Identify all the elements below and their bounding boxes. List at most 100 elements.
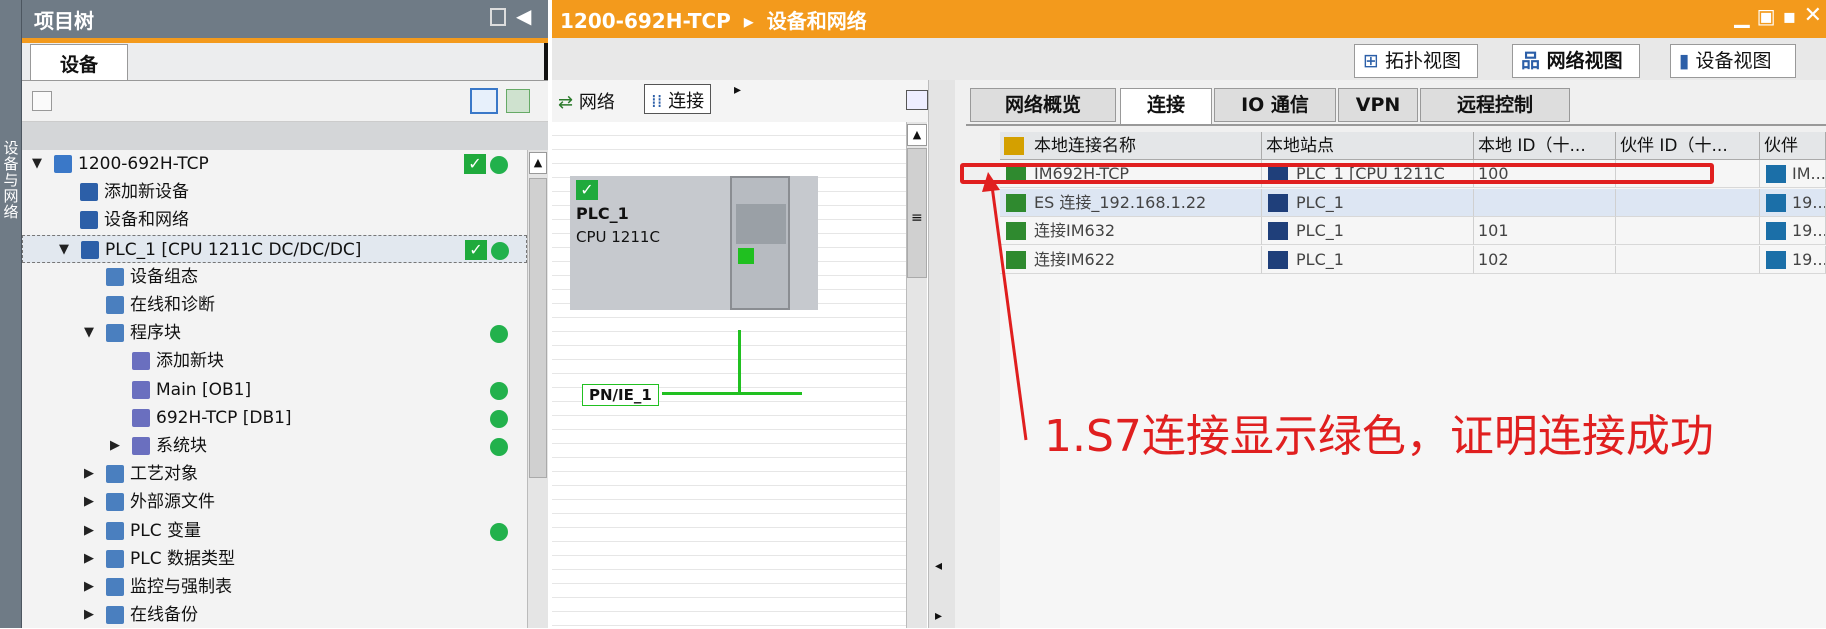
network-label[interactable]: PN/IE_1 — [582, 384, 659, 406]
collapse-arrow-icon[interactable]: ▶ — [84, 488, 94, 516]
tree-item-label: 设备和网络 — [104, 210, 189, 231]
canvas-scrollbar[interactable]: ▲ ≡ — [906, 122, 927, 628]
tab-remote-control[interactable]: 远程控制 — [1420, 88, 1570, 122]
col-local-station[interactable]: 本地站点 — [1262, 132, 1474, 160]
topology-view-label: 拓扑视图 — [1384, 50, 1461, 72]
tree-item[interactable]: ▶ 监控与强制表 — [22, 573, 527, 601]
tree-item-icon — [106, 549, 124, 568]
tree-item[interactable]: ▶ 外部源文件 — [22, 488, 527, 516]
device-view-button[interactable]: ▮ 设备视图 — [1670, 44, 1796, 78]
collapse-arrow-icon[interactable]: ▶ — [84, 517, 94, 545]
tree-item-label: 监控与强制表 — [130, 577, 232, 597]
annotation-text: 1.S7连接显示绿色，证明连接成功 — [1044, 411, 1714, 462]
canvas-scroll-up-icon[interactable]: ▲ — [907, 124, 927, 146]
tree-item[interactable]: ▼ PLC_1 [CPU 1211C DC/DC/DC] ✓ — [22, 234, 527, 264]
network-view-button[interactable]: 品 网络视图 — [1512, 44, 1640, 78]
side-tab-label: 设备与网络 — [3, 139, 19, 221]
topology-view-button[interactable]: ⊞ 拓扑视图 — [1354, 44, 1478, 78]
splitter-right-icon[interactable]: ▸ — [935, 608, 942, 624]
tree-item-icon — [106, 578, 124, 596]
tab-underline — [966, 124, 1826, 126]
expand-arrow-icon[interactable]: ▼ — [59, 236, 69, 264]
tree-item[interactable]: ▶ 工艺对象 — [22, 460, 527, 488]
project-tree-panel: 项目树 ◀ 设备 ▼ 1200-692H-TCP ✓ 添加新设备 设备和网络 ▼ PLC_1… — [22, 0, 548, 628]
tab-connections[interactable]: 连接 — [1120, 88, 1212, 124]
device-view-label: 设备视图 — [1695, 50, 1772, 72]
dropdown-arrow-icon[interactable]: ▸ — [734, 82, 741, 98]
breadcrumb-page[interactable]: 设备和网络 — [767, 9, 867, 33]
connection-tool-button[interactable]: ⁞⁞ 连接 — [644, 84, 712, 114]
tree-item-label: 程序块 — [130, 323, 181, 344]
tree-item-label: 在线备份 — [130, 605, 198, 626]
tree-item[interactable]: ▶ PLC 数据类型 — [22, 545, 527, 573]
tree-item[interactable]: Main [OB1] — [22, 376, 527, 404]
tab-io-communication[interactable]: IO 通信 — [1214, 88, 1336, 122]
station-icon — [1268, 222, 1288, 240]
scroll-thumb[interactable] — [529, 178, 547, 478]
tab-devices[interactable]: 设备 — [30, 44, 128, 80]
pin-icon[interactable] — [490, 8, 506, 26]
tree-view-icon[interactable] — [32, 91, 52, 111]
tree-item[interactable]: ▶ PLC 变量 — [22, 517, 527, 545]
collapse-arrow-icon[interactable]: ▶ — [84, 545, 94, 573]
tree-item[interactable]: 692H-TCP [DB1] — [22, 404, 527, 432]
network-bus-line[interactable] — [662, 392, 802, 395]
splitter[interactable]: ◂ ▸ — [928, 80, 955, 628]
overview-toggle-icon[interactable] — [906, 90, 928, 110]
tree-scrollbar[interactable]: ▲ — [527, 150, 548, 628]
tree-item-label: PLC_1 [CPU 1211C DC/DC/DC] — [105, 239, 362, 260]
col-partner-id[interactable]: 伙伴 ID（十... — [1616, 132, 1760, 160]
side-vertical-tab[interactable]: 设备与网络 — [0, 0, 22, 628]
partner-icon — [1766, 250, 1786, 269]
table-cell-local-id: 101 — [1474, 217, 1616, 245]
table-export-icon[interactable] — [506, 89, 530, 113]
expand-arrow-icon[interactable]: ▼ — [84, 319, 94, 347]
tree-item[interactable]: 添加新设备 — [22, 178, 527, 206]
expand-arrow-icon[interactable]: ▼ — [32, 150, 42, 178]
online-status-icon — [490, 438, 508, 456]
tree-item[interactable]: 设备组态 — [22, 263, 527, 291]
col-local-id[interactable]: 本地 ID（十... — [1474, 132, 1616, 160]
tree-item[interactable]: 设备和网络 — [22, 206, 527, 234]
breadcrumb-project[interactable]: 1200-692H-TCP — [560, 9, 731, 33]
network-icon: 品 — [1521, 50, 1541, 72]
online-status-icon — [490, 409, 508, 428]
tree-item[interactable]: ▼ 1200-692H-TCP ✓ — [22, 150, 527, 178]
collapse-arrow-icon[interactable]: ▶ — [110, 432, 120, 460]
tree-toolbar — [22, 80, 548, 122]
collapse-arrow-icon[interactable]: ▶ — [84, 573, 94, 601]
pn-port-icon[interactable] — [738, 248, 754, 264]
tree-item-icon — [132, 408, 150, 427]
tree-item[interactable]: ▼ 程序块 — [22, 319, 527, 347]
window-controls-icon[interactable]: ▁ ▣ ▪ — [1734, 4, 1796, 28]
close-icon[interactable]: ✕ — [1804, 3, 1822, 28]
device-ok-icon: ✓ — [576, 180, 598, 200]
plc-device-box[interactable]: ✓ PLC_1 CPU 1211C — [570, 176, 818, 310]
tree-item[interactable]: ▶ 在线备份 — [22, 601, 527, 629]
tree-item-icon — [132, 437, 150, 455]
collapse-arrow-icon[interactable]: ▶ — [84, 601, 94, 629]
plc-module-image — [730, 176, 790, 310]
scroll-up-icon[interactable]: ▲ — [529, 152, 547, 174]
device-view-icon: ▮ — [1679, 50, 1690, 72]
collapse-arrow-icon[interactable]: ▶ — [84, 460, 94, 488]
table-cell-station: PLC_1 — [1262, 245, 1474, 274]
network-canvas[interactable]: ✓ PLC_1 CPU 1211C PN/IE_1 ▲ ≡ — [552, 122, 927, 628]
online-status-icon — [490, 381, 508, 400]
network-tool-button[interactable]: ⇄ 网络 — [558, 88, 615, 114]
tab-network-overview[interactable]: 网络概览 — [970, 88, 1116, 122]
col-local-connection-name[interactable]: 本地连接名称 — [1000, 132, 1262, 160]
collapse-panel-icon[interactable]: ◀ — [516, 4, 531, 28]
table-cell-station: PLC_1 — [1262, 188, 1474, 217]
splitter-left-icon[interactable]: ◂ — [935, 558, 942, 574]
partner-icon — [1766, 222, 1786, 240]
tree-item[interactable]: ▶ 系统块 — [22, 432, 527, 460]
col-partner[interactable]: 伙伴 — [1760, 132, 1826, 160]
tab-vpn[interactable]: VPN — [1338, 88, 1418, 122]
table-cell-station: PLC_1 — [1262, 217, 1474, 245]
list-view-icon[interactable] — [470, 88, 498, 114]
tree-item[interactable]: 在线和诊断 — [22, 291, 527, 319]
tree-item-icon — [81, 240, 99, 259]
tree-item-icon — [106, 465, 124, 484]
tree-item[interactable]: 添加新块 — [22, 347, 527, 375]
